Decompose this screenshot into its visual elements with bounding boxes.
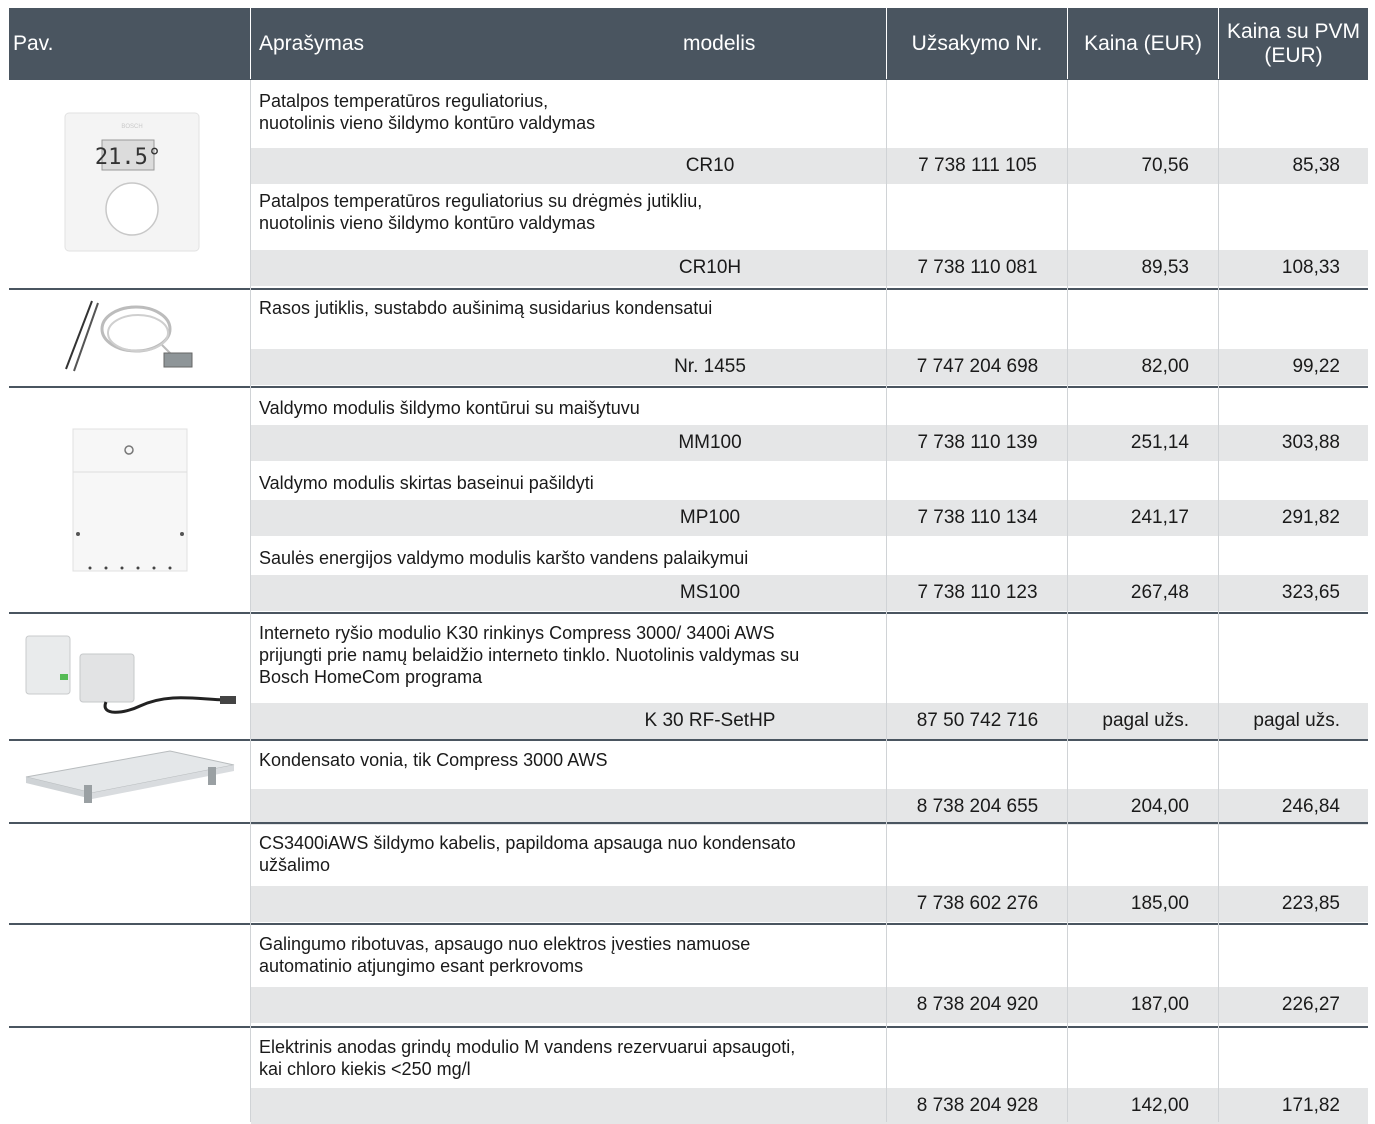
row-price: pagal užs. — [1102, 710, 1189, 731]
group-separator — [9, 822, 1368, 824]
row-price: 70,56 — [1141, 155, 1189, 176]
row-model — [610, 793, 810, 820]
row-order-number: 8 738 204 928 — [916, 1095, 1039, 1116]
row-model: MM100 — [678, 432, 742, 453]
row-order-number: 7 738 110 081 — [917, 257, 1038, 278]
row-order-number: 7 738 110 123 — [917, 582, 1038, 603]
group-separator — [9, 386, 1368, 388]
row-description: CS3400iAWS šildymo kabelis, papildoma ap… — [259, 833, 796, 875]
row-model: CR10H — [678, 257, 742, 278]
row-order-number: 8 738 204 655 — [916, 796, 1039, 817]
column-divider — [250, 80, 251, 1122]
row-price: 185,00 — [1130, 893, 1189, 914]
row-price-vat: 85,38 — [1292, 155, 1340, 176]
row-order-number: 7 738 110 139 — [917, 432, 1038, 453]
row-price: 204,00 — [1130, 796, 1189, 817]
group-separator — [9, 612, 1368, 614]
row-price-vat: 323,65 — [1281, 582, 1340, 603]
row-price: 251,14 — [1130, 432, 1189, 453]
dew-sensor-image — [58, 293, 198, 375]
svg-text:BOSCH: BOSCH — [121, 124, 142, 130]
row-price-vat: 246,84 — [1281, 796, 1340, 817]
row-model — [610, 890, 810, 917]
row-price-vat: 171,82 — [1281, 1095, 1340, 1116]
control-module-image — [72, 428, 188, 572]
row-price-vat: 223,85 — [1281, 893, 1340, 914]
internet-module-image — [20, 630, 240, 716]
row-price: 267,48 — [1130, 582, 1189, 603]
header-uzsakymo-nr: Užsakymo Nr. — [887, 8, 1067, 79]
group-separator — [9, 923, 1368, 925]
row-price-vat: 226,27 — [1281, 994, 1340, 1015]
row-order-number: 7 738 602 276 — [916, 893, 1039, 914]
row-model: K 30 RF-SetHP — [644, 710, 776, 731]
row-price-vat: 291,82 — [1281, 507, 1340, 528]
row-model: MS100 — [679, 582, 741, 603]
header-pav: Pav. — [9, 8, 250, 79]
row-order-number: 7 738 111 105 — [918, 155, 1037, 176]
row-model: MP100 — [679, 507, 741, 528]
group-separator — [9, 79, 1368, 80]
row-price: 89,53 — [1141, 257, 1189, 278]
header-modelis: modelis — [671, 8, 886, 79]
row-model — [610, 991, 810, 1018]
row-description: Saulės energijos valdymo modulis karšto … — [259, 548, 749, 568]
row-price: 187,00 — [1130, 994, 1189, 1015]
row-description: Patalpos temperatūros reguliatorius su d… — [259, 191, 703, 233]
row-order-number: 8 738 204 920 — [916, 994, 1039, 1015]
header-kaina-pvm: Kaina su PVM (EUR) — [1219, 8, 1368, 79]
row-model: CR10 — [685, 155, 735, 176]
row-description: Interneto ryšio modulio K30 rinkinys Com… — [259, 623, 800, 687]
row-model: Nr. 1455 — [674, 356, 746, 377]
row-order-number: 87 50 742 716 — [916, 710, 1039, 731]
header-aprasymas: Aprašymas — [251, 8, 671, 79]
row-price-vat: 108,33 — [1281, 257, 1340, 278]
group-separator — [9, 1026, 1368, 1028]
row-price-vat: pagal užs. — [1253, 710, 1340, 731]
header-kaina: Kaina (EUR) — [1068, 8, 1218, 79]
row-price-vat: 99,22 — [1292, 356, 1340, 377]
row-description: Kondensato vonia, tik Compress 3000 AWS — [259, 750, 608, 770]
row-model — [610, 1092, 810, 1119]
group-separator — [9, 739, 1368, 741]
row-order-number: 7 747 204 698 — [916, 356, 1039, 377]
row-description: Valdymo modulis skirtas baseinui pašildy… — [259, 473, 594, 493]
row-order-number: 7 738 110 134 — [917, 507, 1038, 528]
row-description: Galingumo ribotuvas, apsaugo nuo elektro… — [259, 934, 751, 976]
row-price: 82,00 — [1141, 356, 1189, 377]
row-price: 142,00 — [1130, 1095, 1189, 1116]
row-description: Valdymo modulis šildymo kontūrui su maiš… — [259, 398, 640, 418]
row-price: 241,17 — [1130, 507, 1189, 528]
row-description: Patalpos temperatūros reguliatorius, nuo… — [259, 91, 596, 133]
row-description: Rasos jutiklis, sustabdo aušinimą susida… — [259, 298, 713, 318]
svg-text:21.5°: 21.5° — [95, 145, 161, 170]
group-separator — [9, 288, 1368, 290]
thermostat-image: BOSCH 21.5° — [64, 112, 200, 252]
row-price-vat: 303,88 — [1281, 432, 1340, 453]
condensate-tray-image — [20, 747, 240, 805]
row-description: Elektrinis anodas grindų modulio M vande… — [259, 1037, 796, 1079]
